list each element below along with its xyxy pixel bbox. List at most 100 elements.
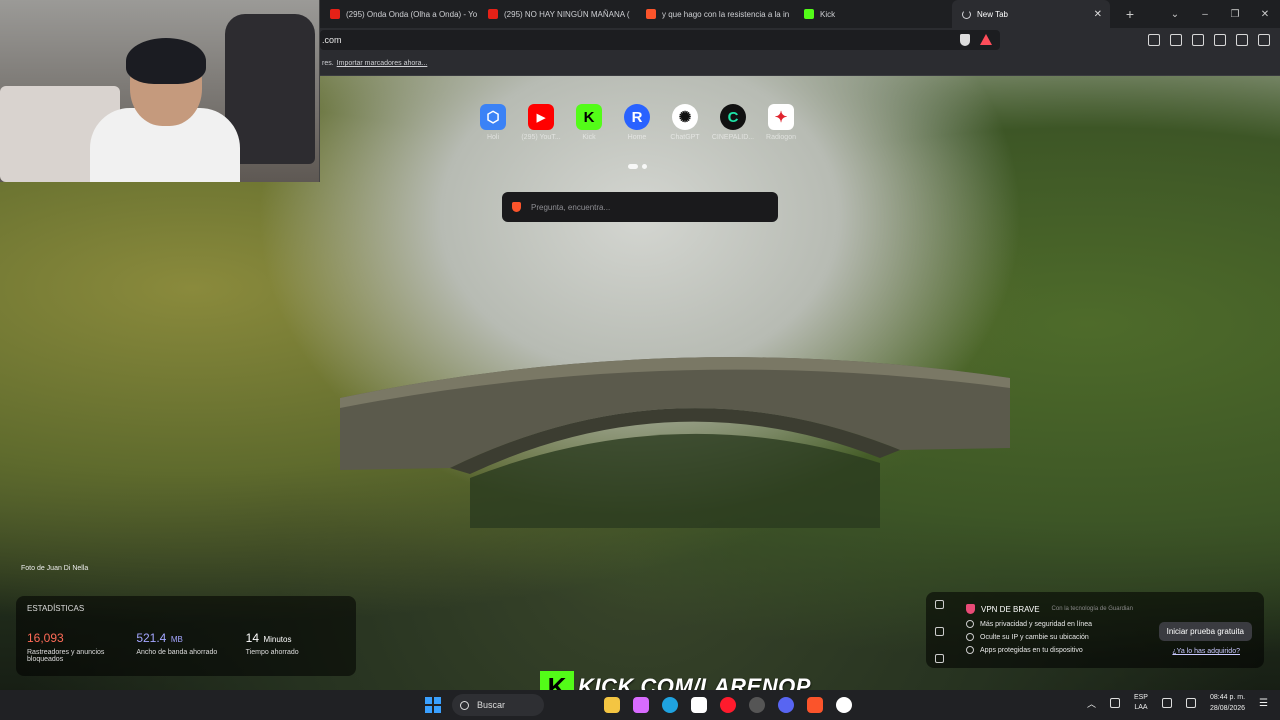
loading-icon (962, 9, 971, 19)
shortcut-label: Home (627, 134, 647, 141)
edge-icon[interactable] (662, 697, 678, 713)
chatgpt-icon: ✺ (672, 104, 698, 130)
brave-shields-icon[interactable] (960, 34, 970, 46)
taskbar-search-label: Buscar (477, 700, 506, 710)
chevron-up-icon[interactable]: ︿ (1087, 697, 1096, 710)
shortcut-radiogon[interactable]: ✦ Radiogon (766, 104, 796, 141)
shortcut-label: CINEPALID... (711, 134, 755, 141)
close-tab-icon[interactable]: ✕ (1094, 9, 1102, 20)
brave-rewards-icon[interactable] (980, 34, 992, 45)
maximize-button[interactable]: ❐ (1220, 9, 1250, 20)
clock-time: 08:44 p. m. (1210, 694, 1246, 701)
store-icon[interactable] (691, 697, 707, 713)
tab-bar: (295) Onda Onda (Olha a Onda) - Yo (295)… (320, 0, 1280, 28)
taskbar: Buscar ︿ ESP LAA 08:44 p. m. 28/08/2026 … (0, 690, 1280, 720)
vpn-icon[interactable] (1236, 34, 1248, 46)
opera-icon[interactable] (720, 697, 736, 713)
discord-icon[interactable] (778, 697, 794, 713)
windows-start-icon[interactable] (425, 697, 441, 713)
photo-credit[interactable]: Foto de Juan Di Nella (21, 565, 88, 572)
already-purchased-link[interactable]: ¿Ya lo has adquirido? (1172, 648, 1240, 655)
tab-kick[interactable]: Kick (794, 0, 944, 28)
copilot-icon[interactable] (633, 697, 649, 713)
network-icon[interactable] (1161, 698, 1172, 708)
cinepalid-icon: C (720, 104, 746, 130)
bridge-photo (340, 357, 1010, 528)
toolbar: .com (320, 28, 1280, 52)
language-indicator[interactable]: ESP LAA (1134, 693, 1148, 713)
stat-unit: MB (170, 635, 183, 644)
tab-new-tab[interactable]: New Tab ✕ (952, 0, 1110, 28)
shortcut-label: Kick (582, 134, 596, 141)
rewards-widget-icon[interactable] (934, 627, 944, 636)
stats-widget: ESTADÍSTICAS 16,093 Rastreadores y anunc… (16, 596, 356, 676)
start-trial-button[interactable]: Iniciar prueba gratuita (1158, 622, 1252, 641)
pagination-dots[interactable] (628, 164, 647, 169)
tab-search-button[interactable]: ⌄ (1160, 9, 1190, 20)
shortcut-kick[interactable]: K Kick (576, 104, 602, 141)
steam-icon[interactable] (749, 697, 765, 713)
youtube-icon (488, 9, 498, 19)
tab-youtube-1[interactable]: (295) Onda Onda (Olha a Onda) - Yo (320, 0, 478, 28)
address-value: .com (322, 35, 342, 45)
shortcut-cinepalid[interactable]: C CINEPALID... (712, 104, 754, 141)
shortcut-youtube[interactable]: ▶ (295) YouT... (521, 104, 561, 141)
vpn-widget-icon[interactable] (934, 600, 944, 609)
youtube-icon (330, 9, 340, 19)
cards-widget-icon[interactable] (934, 654, 944, 663)
minimize-button[interactable]: – (1190, 9, 1220, 20)
vpn-feature: Más privacidad y seguridad en línea (966, 620, 1092, 628)
leo-icon[interactable] (1214, 34, 1226, 46)
stat-bandwidth: 521.4 MB Ancho de banda ahorrado (136, 629, 235, 663)
shortcut-holi[interactable]: ⬡ Holi (480, 104, 506, 141)
wallet-icon[interactable] (1192, 34, 1204, 46)
vpn-feature: Apps protegidas en tu dispositivo (966, 646, 1092, 654)
address-bar[interactable]: .com (320, 30, 1000, 50)
brave-icon[interactable] (807, 697, 823, 713)
lang-layout: LAA (1134, 704, 1148, 711)
microphone-icon[interactable] (1109, 698, 1120, 708)
stat-trackers: 16,093 Rastreadores y anuncios bloqueado… (27, 629, 126, 663)
media-icon[interactable] (1148, 34, 1160, 46)
shortcut-chatgpt[interactable]: ✺ ChatGPT (670, 104, 700, 141)
tab-brave-search[interactable]: y que hago con la resistencia a la in (636, 0, 794, 28)
holi-icon: ⬡ (480, 104, 506, 130)
vpn-powered-by: Con la tecnología de Guardian (1051, 606, 1133, 612)
vpn-title: VPN DE BRAVE (981, 604, 1040, 614)
shortcut-label: (295) YouT... (521, 134, 561, 141)
import-bookmarks-link[interactable]: Importar marcadores ahora... (337, 60, 428, 67)
toolbar-icons (1148, 34, 1280, 46)
tab-label: y que hago con la resistencia a la in (662, 9, 790, 19)
vpn-feature: Oculte su IP y cambie su ubicación (966, 633, 1092, 641)
stat-value: 14 (245, 631, 260, 645)
file-explorer-icon[interactable] (604, 697, 620, 713)
search-placeholder: Pregunta, encuentra... (531, 202, 611, 212)
tab-youtube-2[interactable]: (295) NO HAY NINGÚN MAÑANA ( (478, 0, 636, 28)
clock-date: 28/08/2026 (1209, 705, 1246, 712)
stat-desc: Ancho de banda ahorrado (136, 649, 218, 656)
shortcut-label: ChatGPT (670, 134, 700, 141)
window-controls: ⌄ – ❐ ✕ (1160, 0, 1280, 28)
taskbar-apps (604, 697, 852, 713)
shortcut-home[interactable]: R Home (624, 104, 650, 141)
youtube-icon: ▶ (528, 104, 554, 130)
clock[interactable]: 08:44 p. m. 28/08/2026 (1210, 692, 1245, 714)
taskbar-search[interactable]: Buscar (452, 694, 544, 716)
new-tab-button[interactable]: + (1120, 6, 1140, 22)
menu-icon[interactable] (1258, 34, 1270, 46)
tab-label: (295) NO HAY NINGÚN MAÑANA ( (504, 9, 630, 19)
search-icon (460, 700, 469, 710)
brave-icon (512, 202, 521, 212)
brave-icon (646, 9, 656, 19)
stat-value: 16,093 (27, 631, 64, 645)
vpn-features: Más privacidad y seguridad en línea Ocul… (966, 620, 1092, 659)
tab-label: (295) Onda Onda (Olha a Onda) - Yo (346, 9, 478, 19)
obs-icon[interactable] (836, 697, 852, 713)
stat-desc: Tiempo ahorrado (245, 649, 299, 656)
sidebar-icon[interactable] (1170, 34, 1182, 46)
notification-icon[interactable]: ☰ (1259, 698, 1268, 709)
widget-switcher (932, 600, 946, 663)
volume-icon[interactable] (1185, 698, 1196, 708)
close-window-button[interactable]: ✕ (1250, 9, 1280, 20)
search-box[interactable]: Pregunta, encuentra... (502, 192, 778, 222)
